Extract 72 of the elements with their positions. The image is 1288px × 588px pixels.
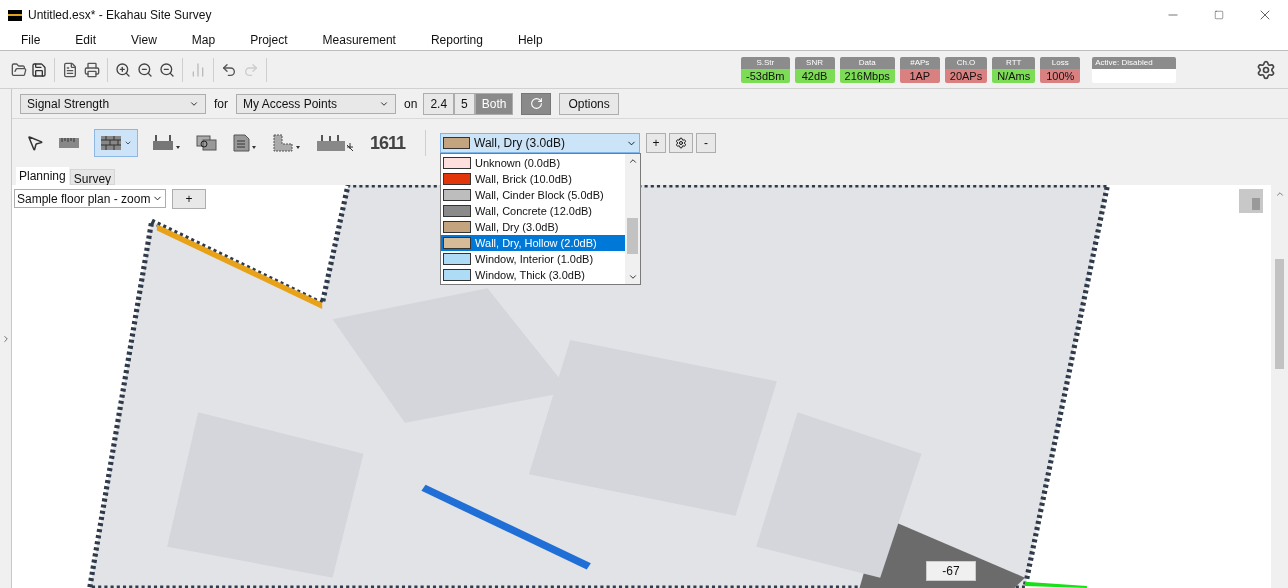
meter-label: SNR	[794, 56, 835, 69]
save-icon[interactable]	[31, 61, 47, 78]
wall-type-option[interactable]: Wall, Dry (3.0dB)	[441, 219, 626, 235]
document-icon[interactable]	[232, 134, 258, 152]
menu-item[interactable]: Project	[249, 31, 289, 49]
open-folder-icon[interactable]	[11, 61, 27, 78]
settings-icon[interactable]	[1256, 59, 1276, 80]
caret-icon	[124, 139, 132, 147]
document-icon[interactable]	[62, 61, 78, 78]
brick-wall-icon	[100, 135, 122, 151]
zoom-out-icon[interactable]	[137, 61, 153, 78]
maximize-icon	[1214, 10, 1224, 20]
meter-label: Loss	[1040, 56, 1081, 69]
wall-type-option[interactable]: Unknown (0.0dB)	[441, 155, 626, 171]
meter-label: S.Str	[741, 56, 790, 69]
menu-item[interactable]: Edit	[74, 31, 98, 49]
zoom-in-icon[interactable]	[115, 61, 131, 78]
menu-item[interactable]: Reporting	[429, 31, 484, 49]
scroll-down-icon[interactable]	[627, 272, 638, 282]
band-toggle[interactable]: 2.4	[423, 92, 455, 115]
wall-type-option[interactable]: Window, Interior (1.0dB)	[441, 251, 626, 267]
wall-tool-button[interactable]	[94, 129, 138, 157]
menu-item[interactable]: Measurement	[321, 31, 397, 49]
source-dropdown[interactable]: My Access Points	[236, 93, 396, 114]
wall-type-option[interactable]: Wall, Brick (10.0dB)	[441, 171, 626, 187]
auto-planner-icon[interactable]	[316, 133, 356, 153]
floor-dropdown[interactable]: Sample floor plan - zoom	[14, 189, 166, 208]
scroll-thumb[interactable]	[1275, 259, 1284, 369]
wall-type-option[interactable]: Wall, Dry, Hollow (2.0dB)	[441, 235, 626, 251]
window-title: Untitled.esx* - Ekahau Site Survey	[28, 7, 212, 24]
menu-item[interactable]: File	[20, 31, 42, 49]
add-floor-button[interactable]: +	[172, 189, 206, 209]
meter-label: Data	[839, 56, 895, 69]
vertical-scrollbar[interactable]	[1271, 185, 1288, 588]
settings-icon	[675, 137, 688, 149]
scroll-thumb[interactable]	[627, 218, 639, 254]
undo-icon[interactable]	[221, 61, 237, 78]
access-point-icon[interactable]	[152, 134, 182, 152]
tab[interactable]: Survey	[69, 169, 116, 185]
for-label: for	[214, 95, 228, 113]
menu-item[interactable]: Help	[516, 31, 544, 49]
status-label: Active: Disabled	[1092, 56, 1177, 69]
refresh-button[interactable]	[521, 92, 552, 115]
view-dropdown[interactable]: Signal Strength	[20, 93, 206, 114]
printer-icon[interactable]	[84, 61, 100, 78]
wall-type-dropdown[interactable]: Wall, Dry (3.0dB)	[440, 133, 641, 153]
signal-tooltip: -67	[926, 561, 976, 581]
pointer-icon[interactable]	[26, 134, 44, 152]
ruler-icon[interactable]	[58, 135, 80, 151]
wall-type-option[interactable]: Window, Thick (3.0dB)	[441, 267, 626, 283]
channel-planner-label[interactable]: 1611	[370, 129, 406, 157]
wall-type-option[interactable]: Wall, Cinder Block (5.0dB)	[441, 187, 626, 203]
scroll-up-icon[interactable]	[627, 156, 638, 166]
floor-image-icon[interactable]	[196, 134, 218, 152]
meter-label: #APs	[899, 56, 940, 69]
meter-label: RTT	[992, 56, 1036, 69]
menu-item[interactable]: View	[130, 31, 158, 49]
meter-label: Ch.O	[944, 56, 988, 69]
scrollbar[interactable]	[625, 154, 641, 284]
area-icon[interactable]	[272, 134, 302, 152]
menu-item[interactable]: Map	[190, 31, 217, 49]
on-label: on	[404, 95, 418, 113]
settings-button[interactable]	[669, 133, 694, 153]
options-button[interactable]: Options	[559, 92, 619, 115]
app-logo-icon	[8, 9, 22, 21]
add-wall-type-button[interactable]: +	[646, 133, 667, 153]
zoom-fit-icon[interactable]	[159, 61, 175, 78]
tab[interactable]: Planning	[16, 167, 69, 185]
wall-type-option[interactable]: Wall, Concrete (12.0dB)	[441, 203, 626, 219]
refresh-icon	[529, 97, 543, 110]
band-toggle[interactable]: 5	[454, 92, 475, 115]
remove-wall-type-button[interactable]: -	[696, 133, 717, 153]
